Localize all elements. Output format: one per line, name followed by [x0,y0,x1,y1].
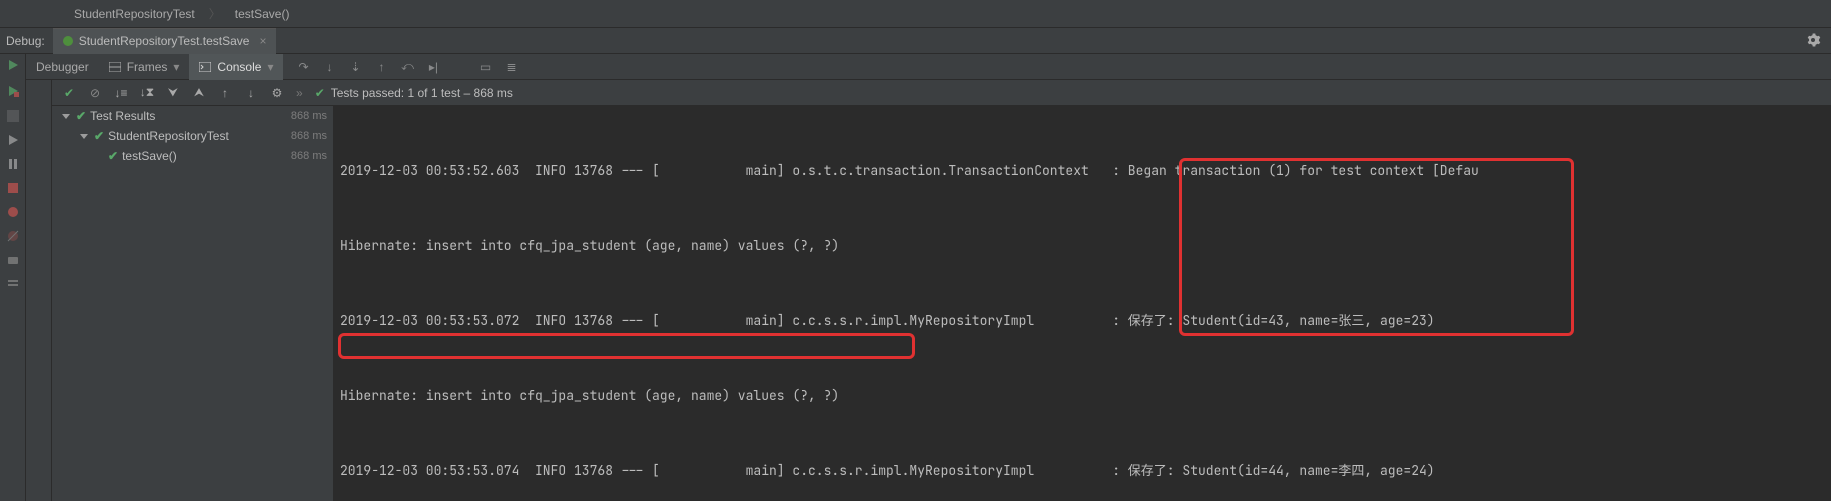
tab-frames-label: Frames [127,60,168,74]
show-ignored-icon[interactable]: ⊘ [84,82,106,104]
breadcrumb-method[interactable]: testSave() [221,7,304,21]
prev-failed-icon[interactable]: ↑ [214,82,236,104]
tree-root-dur: 868 ms [291,110,327,122]
console-dropdown-icon[interactable]: ▾ [267,60,273,74]
pass-icon: ✔ [76,109,86,123]
drop-frame-icon[interactable]: ⤺ [397,57,417,77]
run-config-tab[interactable]: StudentRepositoryTest.testSave × [53,28,277,54]
console-line: Hibernate: insert into cfq_jpa_student (… [340,233,1825,258]
mute-breakpoints-icon[interactable] [7,230,19,242]
test-tree[interactable]: ✔ Test Results 868 ms ✔ StudentRepositor… [52,106,334,501]
step-out-icon[interactable]: ↑ [371,57,391,77]
settings-icon[interactable] [7,278,19,290]
step-over-icon[interactable]: ↷ [293,57,313,77]
breadcrumb-class[interactable]: StudentRepositoryTest [60,7,209,21]
tree-class[interactable]: ✔ StudentRepositoryTest 868 ms [52,126,333,146]
rerun-failed-icon[interactable] [6,84,20,98]
tests-passed-prefix: Tests passed: [331,86,404,100]
frames-dropdown-icon[interactable]: ▾ [173,60,179,74]
collapse-icon[interactable] [80,134,88,139]
debugger-tabs: Debugger Frames ▾ Console ▾ ↷ ↓ ⇣ [26,54,1831,80]
test-toolbar: ✔ ⊘ ↓≡ ↓⧗ ⮟ ⮝ ↑ ↓ ⚙ » ✔ Tests passed: 1 … [52,80,1831,106]
tree-method-label: testSave() [122,149,177,163]
pass-icon: ✔ [108,149,118,163]
tests-passed-suffix: test [441,86,460,100]
view-breakpoints-icon[interactable] [7,206,19,218]
force-step-into-icon[interactable]: ⇣ [345,57,365,77]
sort-duration-icon[interactable]: ↓⧗ [136,82,158,104]
pause-icon[interactable] [7,158,19,170]
collapse-icon[interactable] [62,114,70,119]
next-failed-icon[interactable]: ↓ [240,82,262,104]
check-icon: ✔ [315,86,325,100]
tests-total-duration: 868 ms [474,86,513,100]
expand-all-icon[interactable]: ⮟ [162,82,184,104]
close-tab-icon[interactable]: × [259,34,266,48]
tests-summary: ✔ Tests passed: 1 of 1 test – 868 ms [315,86,513,100]
tree-class-dur: 868 ms [291,130,327,142]
tab-frames[interactable]: Frames ▾ [99,54,190,80]
sort-alpha-icon[interactable]: ↓≡ [110,82,132,104]
console-line: 2019-12-03 00:53:53.074 INFO 13768 --- [… [340,458,1825,483]
debug-icon [63,36,73,46]
console-line: 2019-12-03 00:53:52.603 INFO 13768 --- [… [340,158,1825,183]
breadcrumb-bar: StudentRepositoryTest 〉 testSave() [0,0,1831,28]
trace-icon[interactable]: ≣ [501,57,521,77]
resume-icon[interactable] [7,134,19,146]
test-gear-icon[interactable]: ⚙ [266,82,288,104]
collapse-all-icon[interactable]: ⮝ [188,82,210,104]
pass-icon: ✔ [94,129,104,143]
tree-method-dur: 868 ms [291,150,327,162]
tab-debugger-label: Debugger [36,60,89,74]
gear-icon[interactable] [1805,32,1821,48]
show-passed-icon[interactable]: ✔ [58,82,80,104]
tree-root-label: Test Results [90,109,155,123]
debug-side-toolbar [0,54,26,501]
debug-label: Debug: [0,34,53,48]
console-icon [199,62,211,72]
tests-passed-count: 1 of 1 [407,86,437,100]
console-line: Hibernate: insert into cfq_jpa_student (… [340,383,1825,408]
console-output[interactable]: 2019-12-03 00:53:52.603 INFO 13768 --- [… [334,106,1831,501]
toggle-autotest-icon[interactable] [7,110,19,122]
evaluate-icon[interactable]: ▭ [475,57,495,77]
tree-class-label: StudentRepositoryTest [108,129,229,143]
rerun-icon[interactable] [6,58,20,72]
expand-toolbar-icon[interactable]: » [292,86,307,100]
debug-header: Debug: StudentRepositoryTest.testSave × [0,28,1831,54]
test-side-gutter [26,80,52,501]
breadcrumb-separator: 〉 [209,5,221,22]
step-into-icon[interactable]: ↓ [319,57,339,77]
annotation-class-highlight [338,333,915,359]
stop-icon[interactable] [7,182,19,194]
run-to-cursor-icon[interactable]: ▸| [423,57,443,77]
frames-icon [109,62,121,72]
run-config-name: StudentRepositoryTest.testSave [79,34,250,48]
tab-console[interactable]: Console ▾ [189,54,283,80]
camera-icon[interactable] [7,254,19,266]
console-line: 2019-12-03 00:53:53.072 INFO 13768 --- [… [340,308,1825,333]
tree-method[interactable]: ✔ testSave() 868 ms [52,146,333,166]
tab-debugger[interactable]: Debugger [26,54,99,80]
tree-root[interactable]: ✔ Test Results 868 ms [52,106,333,126]
tab-console-label: Console [217,60,261,74]
